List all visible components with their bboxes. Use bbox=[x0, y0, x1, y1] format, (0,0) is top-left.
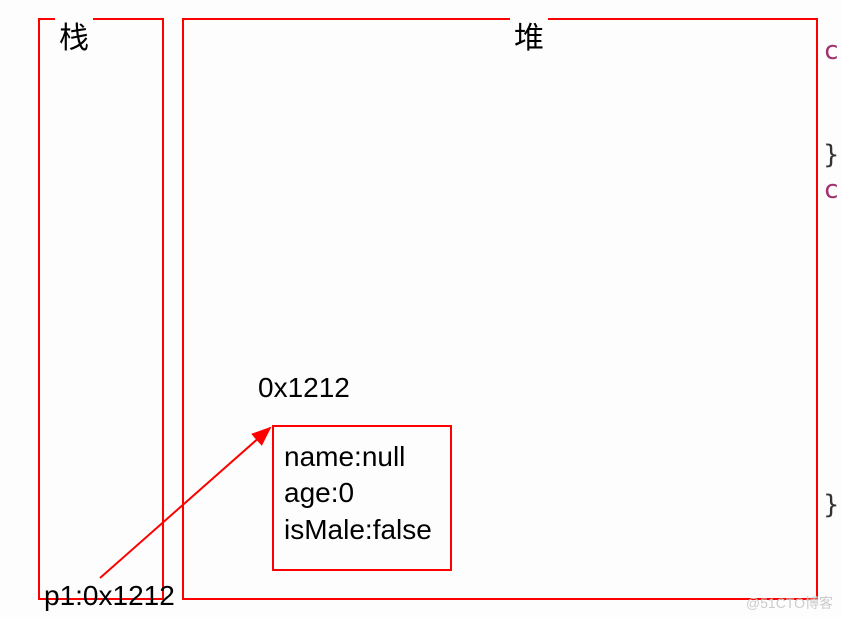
heap-label: 堆 bbox=[510, 13, 548, 57]
heap-object-box: name:null age:0 isMale:false bbox=[272, 425, 452, 571]
object-field-name: name:null bbox=[284, 439, 440, 475]
heap-address-label: 0x1212 bbox=[258, 372, 350, 404]
object-field-ismale: isMale:false bbox=[284, 512, 440, 548]
stack-box bbox=[38, 18, 164, 600]
stack-label: 栈 bbox=[55, 13, 93, 57]
object-field-age: age:0 bbox=[284, 475, 440, 511]
stack-variable-label: p1:0x1212 bbox=[44, 580, 175, 612]
side-fragment-c1: c bbox=[823, 36, 839, 66]
side-fragment-brace2: } bbox=[823, 490, 839, 520]
watermark: @51CTO博客 bbox=[746, 593, 833, 613]
side-fragment-brace1: } bbox=[823, 140, 839, 170]
side-fragment-c2: c bbox=[823, 175, 839, 205]
